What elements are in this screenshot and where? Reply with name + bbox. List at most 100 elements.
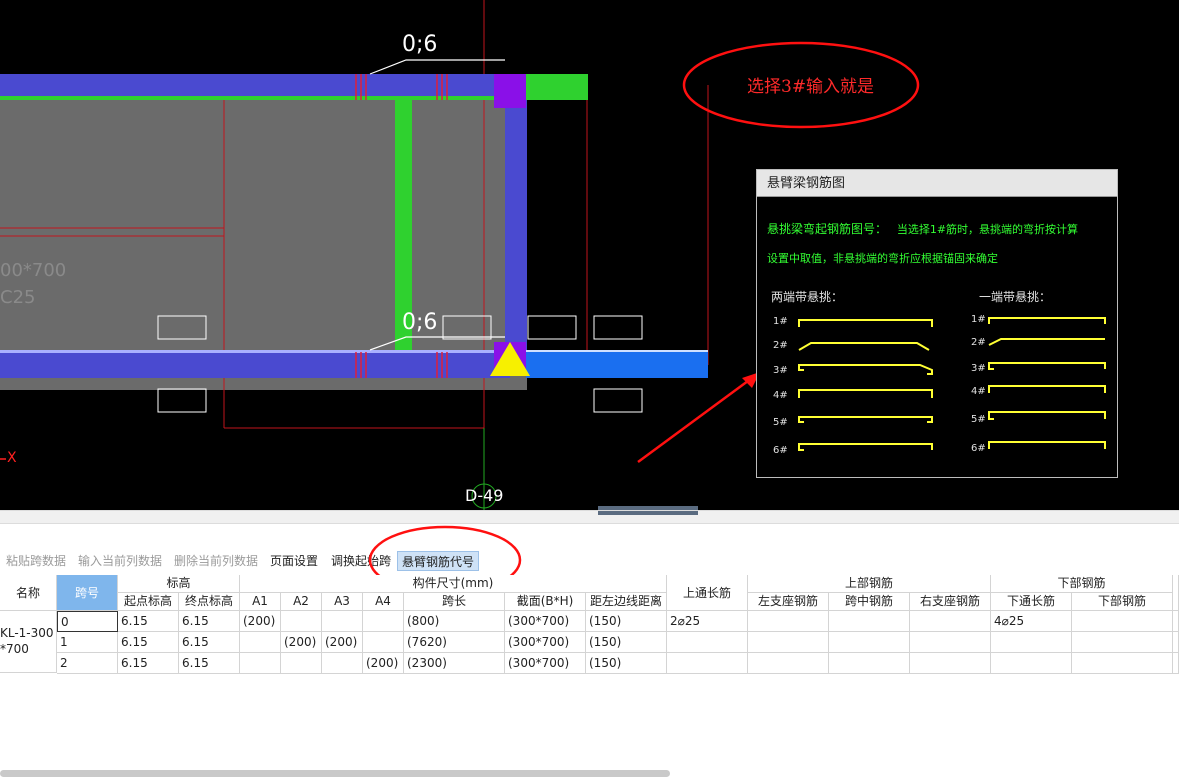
cell-bottom_long[interactable] xyxy=(991,653,1072,674)
beam-body xyxy=(0,84,527,390)
table-toolbar: 粘贴跨数据 输入当前列数据 删除当前列数据 页面设置 调换起始跨 悬臂钢筋代号 xyxy=(0,547,1179,573)
col-section-header: 截面(B*H) xyxy=(505,593,586,611)
bottom-highlight xyxy=(0,350,510,353)
swap-start-span-button[interactable]: 调换起始跨 xyxy=(327,551,395,571)
right-column xyxy=(505,96,527,358)
page-setup-button[interactable]: 页面设置 xyxy=(266,551,322,571)
scrollbar-thumb[interactable] xyxy=(0,770,670,777)
cell-bottom_long[interactable] xyxy=(991,632,1072,653)
col-start-elev-header: 起点标高 xyxy=(118,593,179,611)
delete-column-button[interactable]: 删除当前列数据 xyxy=(170,551,262,571)
col-bottom-long-header: 下通长筋 xyxy=(991,593,1072,611)
col-edge-header: 距左边线距离 xyxy=(586,593,667,611)
col-name-header: 名称 xyxy=(0,575,57,611)
top-green-line xyxy=(0,96,510,100)
cell-len[interactable]: (800) xyxy=(404,611,505,632)
cell-a4[interactable] xyxy=(363,611,404,632)
beam-name-cell[interactable]: KL-1-300 *700 xyxy=(0,611,57,673)
cell-top_long[interactable]: 2⌀25 xyxy=(667,611,748,632)
cell-bottom_long[interactable]: 4⌀25 xyxy=(991,611,1072,632)
col-right-sup-header: 右支座钢筋 xyxy=(910,593,991,611)
cell-start[interactable]: 6.15 xyxy=(118,653,179,674)
cell-span[interactable]: 0 xyxy=(57,611,118,632)
col-top-bar-header: 上部钢筋 xyxy=(748,575,991,593)
cell-a3[interactable]: (200) xyxy=(322,632,363,653)
cell-left_sup[interactable] xyxy=(748,653,829,674)
cell-len[interactable]: (2300) xyxy=(404,653,505,674)
shape-left-1 xyxy=(798,319,933,327)
col-span-header[interactable]: 跨号 xyxy=(57,575,118,611)
shape-left-5 xyxy=(798,416,933,423)
cell-start[interactable]: 6.15 xyxy=(118,632,179,653)
col-elev-header: 标高 xyxy=(118,575,240,593)
cell-more[interactable] xyxy=(1173,632,1179,653)
cantilever-bottom xyxy=(526,350,708,378)
cell-left_sup[interactable] xyxy=(748,611,829,632)
cell-edge[interactable]: (150) xyxy=(586,611,667,632)
cell-end[interactable]: 6.15 xyxy=(179,611,240,632)
input-column-button[interactable]: 输入当前列数据 xyxy=(74,551,166,571)
cell-end[interactable]: 6.15 xyxy=(179,632,240,653)
cell-mid[interactable] xyxy=(829,653,910,674)
cell-more[interactable] xyxy=(1173,653,1179,674)
col-a4-header: A4 xyxy=(363,593,404,611)
cell-a3[interactable] xyxy=(322,611,363,632)
section-text: 00*700 xyxy=(0,260,67,281)
cantilever-code-button[interactable]: 悬臂钢筋代号 xyxy=(397,551,480,571)
cell-left_sup[interactable] xyxy=(748,632,829,653)
beam-name-line1: KL-1-300 xyxy=(0,626,54,640)
label-leader-top xyxy=(369,59,505,75)
cell-len[interactable]: (7620) xyxy=(404,632,505,653)
cell-top_long[interactable] xyxy=(667,653,748,674)
cell-edge[interactable]: (150) xyxy=(586,632,667,653)
cell-a1[interactable] xyxy=(240,653,281,674)
cell-mid[interactable] xyxy=(829,632,910,653)
cell-section[interactable]: (300*700) xyxy=(505,653,586,674)
paste-span-button[interactable]: 粘贴跨数据 xyxy=(2,551,70,571)
rebar-shapes xyxy=(798,317,1106,451)
axis-label: D-49 xyxy=(465,486,504,505)
col-dims-header: 构件尺寸(mm) xyxy=(240,575,667,593)
shape-left-3 xyxy=(798,364,933,375)
cell-a1[interactable]: (200) xyxy=(240,611,281,632)
cell-top_long[interactable] xyxy=(667,632,748,653)
shape-right-6 xyxy=(988,441,1106,449)
cell-mid[interactable] xyxy=(829,611,910,632)
cell-span[interactable]: 2 xyxy=(57,653,118,674)
cell-right_sup[interactable] xyxy=(910,632,991,653)
cell-a3[interactable] xyxy=(322,653,363,674)
cell-a4[interactable]: (200) xyxy=(363,653,404,674)
cell-section[interactable]: (300*700) xyxy=(505,611,586,632)
cell-a2[interactable] xyxy=(281,653,322,674)
cell-bottom_sub[interactable] xyxy=(1072,611,1173,632)
cell-end[interactable]: 6.15 xyxy=(179,653,240,674)
cell-a1[interactable] xyxy=(240,632,281,653)
shape-right-2 xyxy=(988,338,1105,346)
splitter-grip-handle[interactable] xyxy=(598,511,698,515)
x-axis-label: X xyxy=(7,450,17,466)
cell-more[interactable] xyxy=(1173,611,1179,632)
panel-splitter[interactable] xyxy=(0,510,1179,524)
cell-start[interactable]: 6.15 xyxy=(118,611,179,632)
beam-label-bottom: 0;6 xyxy=(402,310,438,335)
cell-bottom_sub[interactable] xyxy=(1072,632,1173,653)
concrete-text: C25 xyxy=(0,287,36,308)
col-end-elev-header: 终点标高 xyxy=(179,593,240,611)
cell-span[interactable]: 1 xyxy=(57,632,118,653)
shape-right-5 xyxy=(988,411,1106,420)
cad-canvas[interactable]: 0;6 0;6 00*700 C25 D-49 X 选择3#输入就是 悬臂梁钢筋… xyxy=(0,0,1179,510)
cell-bottom_sub[interactable] xyxy=(1072,653,1173,674)
cell-a2[interactable]: (200) xyxy=(281,632,322,653)
cell-right_sup[interactable] xyxy=(910,653,991,674)
cell-a4[interactable] xyxy=(363,632,404,653)
horizontal-scrollbar[interactable] xyxy=(0,768,1179,782)
cell-a2[interactable] xyxy=(281,611,322,632)
shape-left-6 xyxy=(798,443,933,451)
cell-edge[interactable]: (150) xyxy=(586,653,667,674)
cell-right_sup[interactable] xyxy=(910,611,991,632)
col-mid-header: 跨中钢筋 xyxy=(829,593,910,611)
col-len-header: 跨长 xyxy=(404,593,505,611)
col-a1-header: A1 xyxy=(240,593,281,611)
shape-right-1 xyxy=(988,317,1106,324)
cell-section[interactable]: (300*700) xyxy=(505,632,586,653)
